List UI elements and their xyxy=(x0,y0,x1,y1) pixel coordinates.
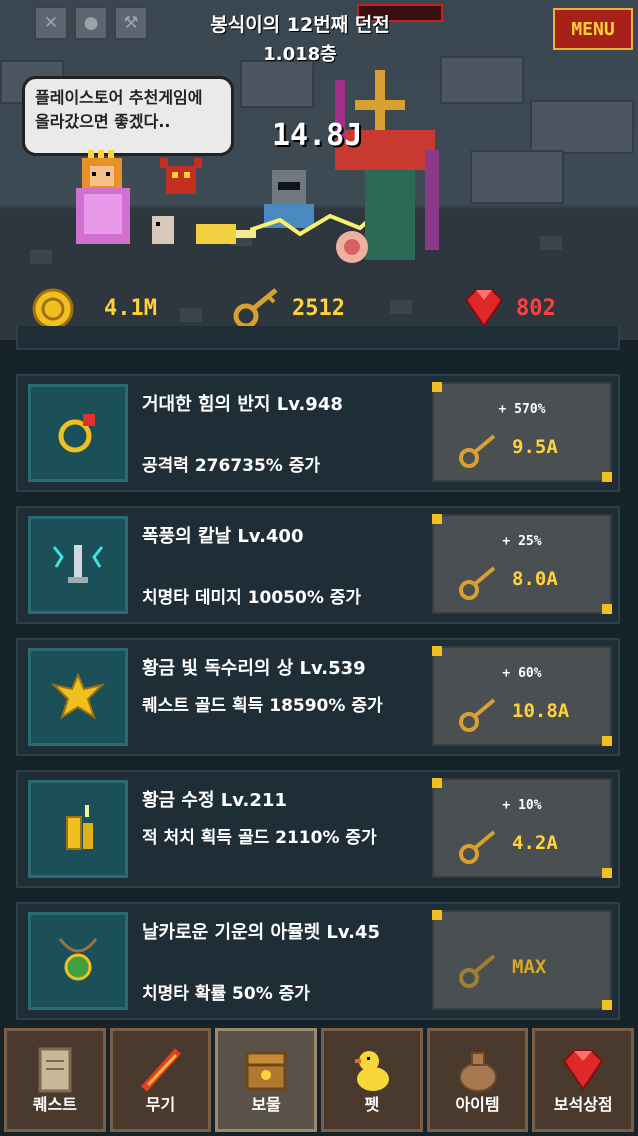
list-item-partial xyxy=(16,326,620,350)
upgrade-percent: + 570% xyxy=(498,402,546,417)
key-icon xyxy=(459,566,496,600)
golden-crystal-icon xyxy=(28,780,128,878)
list-item: 날카로운 기운의 아뮬렛 Lv.45 치명타 확률 50% 증가 MAX xyxy=(16,902,620,1020)
pink-orb xyxy=(336,231,368,263)
game-scene[interactable]: ✕ ● ⚒ 봉식이의 12번째 던전 1.018층 MENU 플레이스토어 추천… xyxy=(0,0,638,340)
upgrade-percent: + 10% xyxy=(502,798,542,813)
tab-quest[interactable]: 퀘스트 xyxy=(4,1028,106,1132)
key-icon xyxy=(233,288,278,329)
gem-icon xyxy=(464,289,504,328)
upgrade-cost: 8.0A xyxy=(512,568,558,590)
bread-icon[interactable]: ● xyxy=(74,6,108,40)
menu-button[interactable]: MENU xyxy=(553,8,633,50)
golden-eagle-icon xyxy=(28,648,128,746)
upgrade-percent: + 60% xyxy=(502,666,542,681)
list-item: 거대한 힘의 반지 Lv.948 공격력 276735% 증가 + 570% 9… xyxy=(16,374,620,492)
tab-weapon[interactable]: 무기 xyxy=(109,1028,212,1132)
upgrade-max-label: MAX xyxy=(512,956,547,978)
floor-tile xyxy=(540,236,562,250)
tab-pet[interactable]: 펫 xyxy=(321,1028,423,1132)
tab-item[interactable]: 아이템 xyxy=(426,1028,529,1132)
item-name: 거대한 힘의 반지 Lv.948 xyxy=(142,394,343,415)
item-description: 치명타 확률 50% 증가 xyxy=(142,984,310,1004)
gold-amount: 4.1M xyxy=(104,296,157,321)
item-description: 적 처치 획득 골드 2110% 증가 xyxy=(142,828,377,848)
item-description: 치명타 데미지 10050% 증가 xyxy=(142,588,362,608)
key-icon xyxy=(459,434,496,468)
tab-label: 펫 xyxy=(364,1095,380,1114)
list-item: 황금 수정 Lv.211 적 처치 획득 골드 2110% 증가 + 10% 4… xyxy=(16,770,620,888)
tab-label: 퀘스트 xyxy=(32,1095,77,1114)
upgrade-cost: 9.5A xyxy=(512,436,558,458)
tab-treasure[interactable]: 보물 xyxy=(215,1028,318,1132)
upgrade-button[interactable]: MAX xyxy=(432,910,612,1010)
speech-bubble: 플레이스토어 추천게임에 올라갔으면 좋겠다.. xyxy=(22,76,234,156)
key-icon xyxy=(459,698,496,732)
key-icon xyxy=(459,830,496,864)
hud-icon-bar: ✕ ● ⚒ xyxy=(34,6,148,40)
upgrade-cost: 4.2A xyxy=(512,832,558,854)
gold-coin-icon xyxy=(32,288,74,330)
princess-sprite xyxy=(76,150,130,244)
item-name: 황금 빛 독수리의 상 Lv.539 xyxy=(142,658,366,679)
amulet-icon xyxy=(28,912,128,1010)
dungeon-title: 봉식이의 12번째 던전 xyxy=(210,14,390,36)
key-icon xyxy=(459,954,496,988)
tab-label: 보물 xyxy=(251,1095,281,1114)
bottom-nav: 퀘스트 무기 보물 펫 아이템 보석상점 xyxy=(0,1028,638,1136)
red-imp-sprite xyxy=(160,158,202,194)
storm-blade-icon xyxy=(28,516,128,614)
gem-amount: 802 xyxy=(516,296,556,321)
upgrade-button[interactable]: + 570% 9.5A xyxy=(432,382,612,482)
item-name: 폭풍의 칼날 Lv.400 xyxy=(142,526,304,547)
floor-tile xyxy=(30,250,52,264)
wall-brick xyxy=(530,100,634,154)
hamster-sprite xyxy=(152,216,174,244)
wall-brick xyxy=(240,60,314,108)
hammer-icon[interactable]: ⚒ xyxy=(114,6,148,40)
item-name: 날카로운 기운의 아뮬렛 Lv.45 xyxy=(142,922,381,943)
item-name: 황금 수정 Lv.211 xyxy=(142,790,287,811)
treasure-list[interactable]: 거대한 힘의 반지 Lv.948 공격력 276735% 증가 + 570% 9… xyxy=(0,326,638,1030)
upgrade-percent: + 25% xyxy=(502,534,542,549)
floor-count: 1.018층 xyxy=(263,44,337,65)
ring-icon xyxy=(28,384,128,482)
upgrade-button[interactable]: + 60% 10.8A xyxy=(432,646,612,746)
tab-label: 무기 xyxy=(145,1095,176,1114)
swords-icon[interactable]: ✕ xyxy=(34,6,68,40)
key-amount: 2512 xyxy=(292,296,345,321)
upgrade-button[interactable]: + 10% 4.2A xyxy=(432,778,612,878)
damage-number: 14.8J xyxy=(272,118,363,153)
tab-label: 아이템 xyxy=(455,1095,500,1114)
upgrade-cost: 10.8A xyxy=(512,700,570,722)
tab-label: 보석상점 xyxy=(553,1095,613,1114)
wall-brick xyxy=(470,150,564,204)
tab-gem-shop[interactable]: 보석상점 xyxy=(532,1028,635,1132)
list-item: 폭풍의 칼날 Lv.400 치명타 데미지 10050% 증가 + 25% 8.… xyxy=(16,506,620,624)
item-description: 공격력 276735% 증가 xyxy=(142,456,321,476)
item-description: 퀘스트 골드 획득 18590% 증가 xyxy=(142,696,383,716)
upgrade-button[interactable]: + 25% 8.0A xyxy=(432,514,612,614)
yellow-dragon-sprite xyxy=(196,224,256,244)
list-item: 황금 빛 독수리의 상 Lv.539 퀘스트 골드 획득 18590% 증가 +… xyxy=(16,638,620,756)
